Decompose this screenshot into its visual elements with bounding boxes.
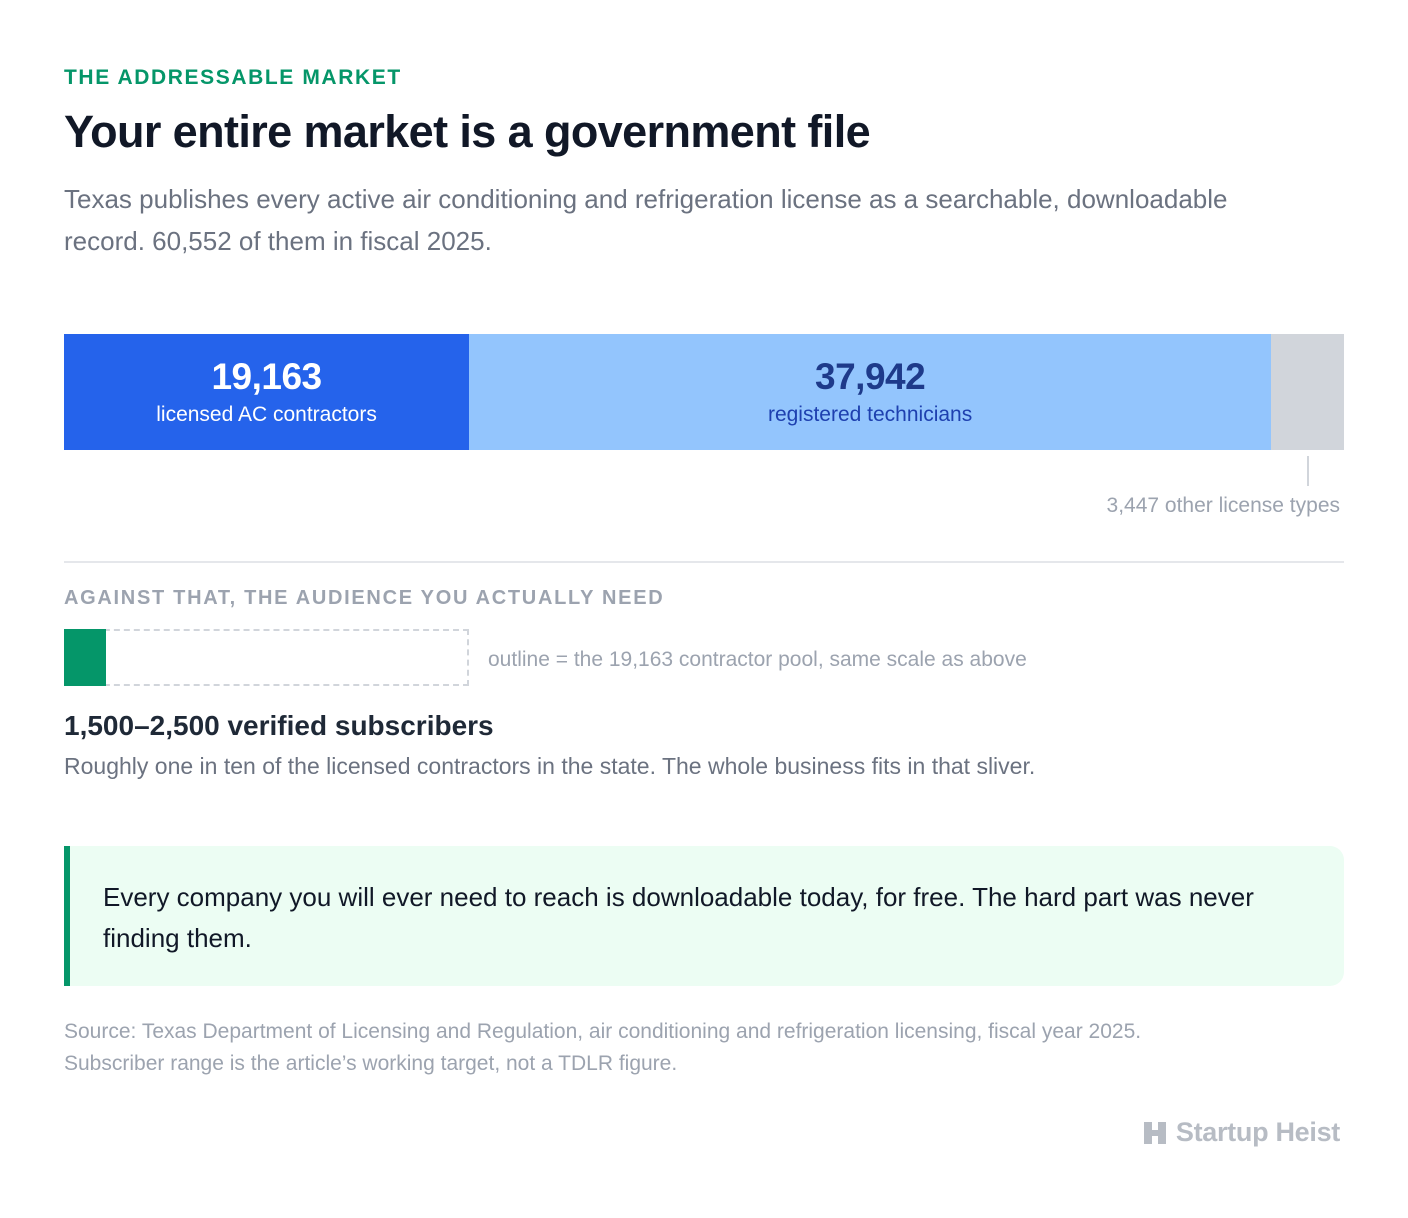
brand-name: Startup Heist	[1175, 1117, 1340, 1147]
callout-text: Every company you will ever need to reac…	[103, 882, 1254, 953]
section-divider	[64, 561, 1344, 563]
other-segment-tick	[1307, 456, 1309, 486]
subscribers-headline: 1,500–2,500 verified subscribers	[64, 710, 494, 741]
building-logo-icon	[1143, 1121, 1166, 1144]
callout-box: Every company you will ever need to reac…	[64, 846, 1344, 986]
source-line-1: Source: Texas Department of Licensing an…	[64, 1020, 1142, 1043]
contractors-label: licensed AC contractors	[156, 403, 377, 426]
contractors-value: 19,163	[211, 356, 322, 397]
contractor-pool-outline	[64, 629, 469, 686]
source-note: Source: Texas Department of Licensing an…	[64, 1016, 1324, 1080]
page-title: Your entire market is a government file	[64, 106, 871, 157]
subtitle: Texas publishes every active air conditi…	[64, 184, 1228, 256]
brand-logo: Startup Heist	[1141, 1117, 1340, 1148]
technicians-value: 37,942	[815, 356, 926, 397]
audience-eyebrow: AGAINST THAT, THE AUDIENCE YOU ACTUALLY …	[64, 587, 665, 609]
outline-note: outline = the 19,163 contractor pool, sa…	[488, 648, 1027, 671]
eyebrow: THE ADDRESSABLE MARKET	[64, 66, 402, 89]
bar-segment-other	[1271, 334, 1344, 450]
source-line-2: Subscriber range is the article’s workin…	[64, 1052, 678, 1075]
license-stacked-bar: 19,163 licensed AC contractors 37,942 re…	[64, 334, 1344, 450]
subscriber-sliver-bar	[64, 629, 107, 686]
bar-segment-technicians: 37,942 registered technicians	[469, 334, 1272, 450]
technicians-label: registered technicians	[767, 403, 973, 426]
other-segment-label: 3,447 other license types	[1106, 494, 1340, 517]
bar-segment-contractors: 19,163 licensed AC contractors	[64, 334, 470, 450]
subscribers-description: Roughly one in ten of the licensed contr…	[64, 753, 1036, 779]
